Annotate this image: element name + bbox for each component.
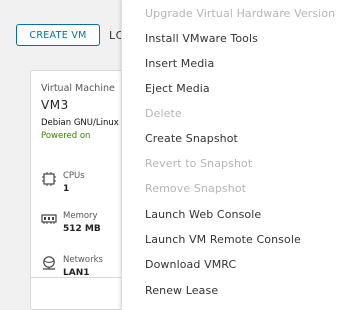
memory-label: Memory xyxy=(63,211,98,221)
cpus-label: CPUs xyxy=(63,171,85,181)
menu-item-upgrade-virtual-hardware: Upgrade Virtual Hardware Version xyxy=(145,7,336,20)
menu-item-eject-media[interactable]: Eject Media xyxy=(145,80,210,98)
menu-item-install-vmware-tools[interactable]: Install VMware Tools xyxy=(145,30,258,48)
networks-label: Networks xyxy=(63,255,103,265)
menu-item-renew-lease[interactable]: Renew Lease xyxy=(145,282,218,300)
memory-value: 512 MB xyxy=(63,224,101,234)
memory-icon xyxy=(41,211,57,225)
menu-item-launch-vm-remote-console[interactable]: Launch VM Remote Console xyxy=(145,231,301,249)
network-icon xyxy=(41,255,57,270)
menu-item-remove-snapshot: Remove Snapshot xyxy=(145,182,247,195)
menu-item-revert-to-snapshot: Revert to Snapshot xyxy=(145,157,253,170)
menu-item-launch-web-console[interactable]: Launch Web Console xyxy=(145,206,261,224)
cpus-value: 1 xyxy=(63,184,70,194)
cpu-icon xyxy=(41,171,57,186)
menu-item-insert-media[interactable]: Insert Media xyxy=(145,55,214,73)
menu-item-delete: Delete xyxy=(145,107,182,120)
create-vm-button[interactable]: CREATE VM xyxy=(16,24,100,46)
vm-actions-menu: Upgrade Virtual Hardware Version Install… xyxy=(121,0,350,310)
menu-item-create-snapshot[interactable]: Create Snapshot xyxy=(145,130,238,148)
menu-item-download-vmrc[interactable]: Download VMRC xyxy=(145,256,236,274)
